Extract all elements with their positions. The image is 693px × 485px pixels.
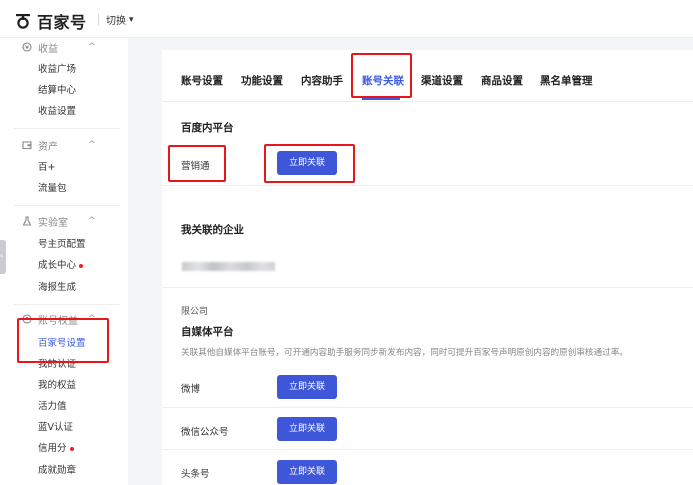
sidebar-item-blue-v[interactable]: 蓝V认证 (38, 421, 73, 435)
sidebar-item-my-rights[interactable]: 我的权益 (38, 379, 76, 393)
sidebar-section-income[interactable]: 收益 ^ (22, 40, 96, 55)
sidebar-item-settlement[interactable]: 结算中心 (38, 84, 76, 98)
sidebar-item-traffic-pack[interactable]: 流量包 (38, 182, 67, 196)
highlight-box (17, 318, 109, 363)
section-title: 收益 (38, 43, 58, 55)
sidebar-divider (14, 205, 120, 206)
lab-icon (22, 216, 32, 226)
tab-account-settings[interactable]: 账号设置 (181, 73, 223, 88)
row-divider (162, 449, 693, 450)
media-platform-title: 自媒体平台 (181, 326, 234, 338)
chevron-up-icon: ^ (88, 216, 96, 226)
sidebar-collapse-handle[interactable]: ‹ (0, 240, 6, 274)
tab-channel-settings[interactable]: 渠道设置 (421, 73, 463, 88)
notification-dot (79, 263, 84, 268)
logo-icon (14, 12, 32, 30)
section-divider (162, 287, 693, 288)
sidebar-item-vitality[interactable]: 活力值 (38, 400, 67, 414)
tab-blacklist[interactable]: 黑名单管理 (540, 73, 593, 88)
sidebar-item-poster[interactable]: 海报生成 (38, 281, 76, 295)
section-divider (162, 185, 693, 186)
tab-product-settings[interactable]: 商品设置 (481, 73, 523, 88)
active-tab-indicator (362, 98, 400, 100)
link-toutiao-button[interactable]: 立即关联 (277, 460, 337, 484)
wallet-icon (22, 141, 32, 150)
tab-content-assistant[interactable]: 内容助手 (301, 73, 343, 88)
coin-icon (22, 42, 32, 52)
notification-dot (69, 446, 74, 451)
brand-logo[interactable]: 百家号 (14, 9, 87, 33)
link-wechat-button[interactable]: 立即关联 (277, 417, 337, 441)
main-panel: 账号设置 功能设置 内容助手 账号关联 渠道设置 商品设置 黑名单管理 百度内平… (162, 50, 693, 485)
tab-function-settings[interactable]: 功能设置 (241, 73, 283, 88)
sidebar: 收益 ^ 收益广场 结算中心 收益设置 资产 ^ 百+ 流量包 实验室 ^ 号主… (0, 38, 128, 485)
top-bar: 百家号 切换 ▾ (0, 0, 693, 38)
sidebar-item-credit-score[interactable]: 信用分 (38, 442, 74, 456)
brand-name: 百家号 (37, 13, 87, 32)
sidebar-section-lab[interactable]: 实验室 ^ (22, 214, 96, 229)
highlight-box (351, 53, 412, 98)
sidebar-item-label: 成长中心 (38, 260, 77, 271)
sidebar-item-income-settings[interactable]: 收益设置 (38, 105, 76, 119)
baidu-platform-title: 百度内平台 (181, 122, 234, 134)
highlight-box (264, 144, 355, 183)
tab-bar: 账号设置 功能设置 内容助手 账号关联 渠道设置 商品设置 黑名单管理 (162, 50, 693, 102)
platform-name-toutiao: 头条号 (181, 469, 210, 480)
chevron-left-icon: ‹ (0, 251, 4, 260)
sidebar-item-growth-center[interactable]: 成长中心 (38, 259, 84, 273)
sidebar-item-achievement[interactable]: 成就勋章 (38, 464, 76, 478)
sidebar-divider (14, 128, 120, 129)
chevron-up-icon: ^ (88, 42, 96, 52)
platform-name-weibo: 微博 (181, 384, 201, 395)
media-platform-description: 关联其他自媒体平台账号，可开通内容助手服务同步新发布内容，同时可提升百家号声明原… (181, 348, 628, 358)
link-weibo-button[interactable]: 立即关联 (277, 375, 337, 399)
chevron-up-icon: ^ (88, 140, 96, 150)
switch-label: 切换 (106, 16, 126, 27)
header-divider (98, 14, 99, 25)
chevron-down-icon: ▾ (129, 14, 134, 25)
sidebar-item-income-square[interactable]: 收益广场 (38, 63, 76, 77)
section-title: 资产 (38, 141, 58, 153)
highlight-box (168, 145, 226, 182)
enterprise-title: 我关联的企业 (181, 224, 244, 236)
sidebar-item-homepage-config[interactable]: 号主页配置 (38, 238, 86, 252)
company-name-suffix: 限公司 (181, 307, 209, 317)
sidebar-item-label: 信用分 (38, 443, 67, 454)
row-divider (162, 407, 693, 408)
blurred-company-name (182, 262, 275, 271)
section-title: 实验室 (38, 217, 68, 229)
platform-name-wechat: 微信公众号 (181, 427, 229, 438)
switch-account-button[interactable]: 切换 ▾ (106, 12, 134, 28)
sidebar-item-bai-plus[interactable]: 百+ (38, 161, 55, 175)
sidebar-divider (14, 304, 120, 305)
sidebar-section-assets[interactable]: 资产 ^ (22, 138, 96, 153)
